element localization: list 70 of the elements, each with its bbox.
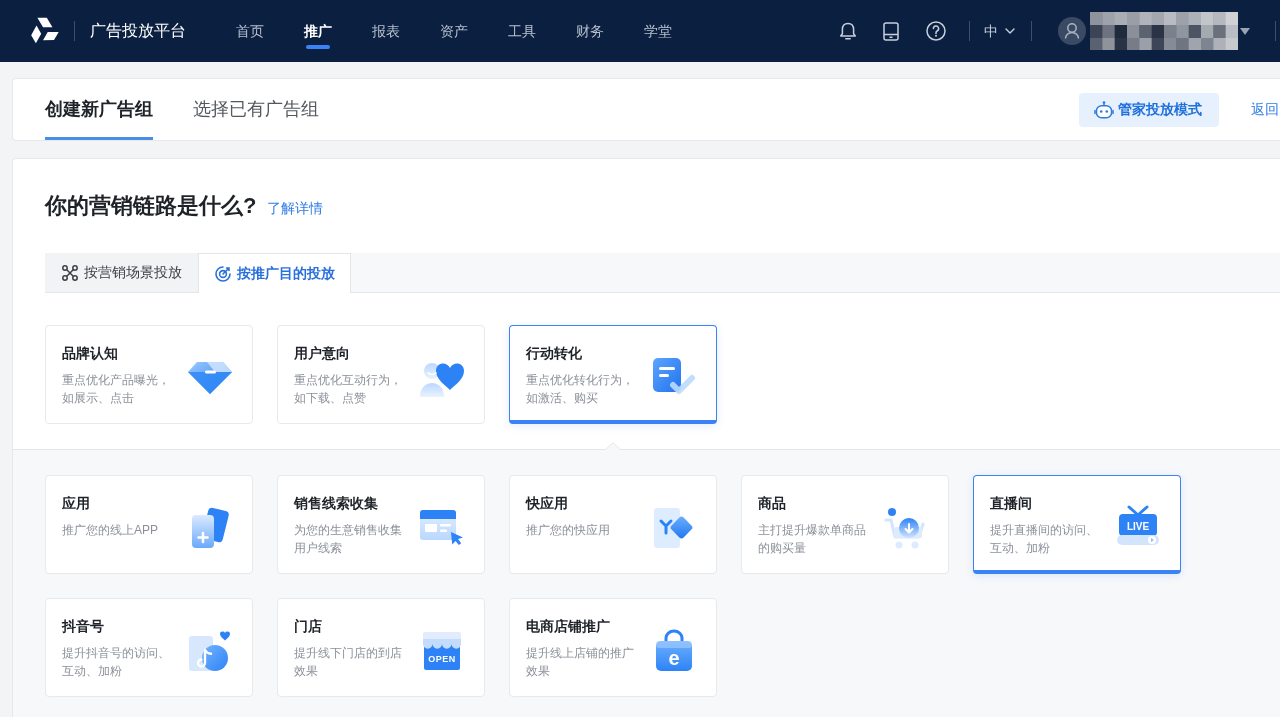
robot-icon xyxy=(1094,100,1114,119)
help-icon[interactable] xyxy=(926,21,946,41)
goal-option[interactable]: 直播间 提升直播间的访问、互动、加粉 LIVE xyxy=(973,475,1181,574)
option-title: 电商店铺推广 xyxy=(526,617,611,636)
option-title: 直播间 xyxy=(990,494,1033,513)
goal-option[interactable]: 商品 主打提升爆款单商品的购买量 xyxy=(741,475,949,574)
option-description: 主打提升爆款单商品的购买量 xyxy=(758,522,867,557)
nodes-icon xyxy=(62,264,78,281)
option-description: 为您的生意销售收集用户线索 xyxy=(294,522,403,557)
goal-option[interactable]: 电商店铺推广 提升线上店铺的推广效果 e xyxy=(509,598,717,697)
option-description: 提升线下门店的到店效果 xyxy=(294,645,403,680)
storefront-icon xyxy=(423,631,461,670)
mode-tab[interactable]: 按推广目的投放 xyxy=(198,253,351,293)
option-title: 应用 xyxy=(62,494,91,513)
nav-tab[interactable]: 报表 xyxy=(372,0,400,62)
shopping-bag-icon xyxy=(656,629,692,671)
notification-bell-icon[interactable] xyxy=(839,21,857,41)
option-description: 推广您的线上APP xyxy=(62,522,159,539)
nav-tab[interactable]: 推广 xyxy=(304,0,332,62)
language-dropdown[interactable]: 中 xyxy=(984,20,1015,42)
sign-label: OPEN xyxy=(428,653,456,664)
group-tab[interactable]: 选择已有广告组 xyxy=(193,79,319,140)
form-cursor-icon xyxy=(419,508,465,547)
butler-mode-button[interactable]: 管家投放模式 xyxy=(1079,92,1219,127)
tv-icon xyxy=(1117,505,1159,545)
option-description: 重点优化产品曝光，如展示、点击 xyxy=(62,372,171,407)
goal-option[interactable]: 快应用 推广您的快应用 xyxy=(509,475,717,574)
nav-tab[interactable]: 工具 xyxy=(508,0,536,62)
objective-option[interactable]: 用户意向 重点优化互动行为，如下载、点赞 xyxy=(277,325,485,424)
option-title: 品牌认知 xyxy=(62,344,119,363)
screen-label: LIVE xyxy=(1126,520,1150,532)
app-title: 广告投放平台 xyxy=(90,21,186,41)
back-link[interactable]: 返回 xyxy=(1251,99,1279,120)
target-icon xyxy=(215,265,231,282)
music-note-icon xyxy=(188,629,232,672)
nav-tab[interactable]: 财务 xyxy=(576,0,604,62)
tile-icon xyxy=(653,506,695,549)
option-description: 重点优化转化行为，如激活、购买 xyxy=(526,372,635,407)
nav-tab[interactable]: 学堂 xyxy=(644,0,672,62)
mode-tab[interactable]: 按营销场景投放 xyxy=(45,253,198,292)
option-description: 重点优化互动行为，如下载、点赞 xyxy=(294,372,403,407)
goal-option[interactable]: 应用 推广您的线上APP xyxy=(45,475,253,574)
option-title: 抖音号 xyxy=(62,617,105,636)
learn-more-link[interactable]: 了解详情 xyxy=(267,198,324,219)
objective-option[interactable]: 行动转化 重点优化转化行为，如激活、购买 xyxy=(509,325,717,424)
option-title: 用户意向 xyxy=(294,344,351,363)
caret-icon[interactable] xyxy=(1240,27,1250,35)
avatar-icon[interactable] xyxy=(1058,17,1086,45)
option-title: 销售线索收集 xyxy=(294,494,379,513)
goal-option[interactable]: 门店 提升线下门店的到店效果 OPEN xyxy=(277,598,485,697)
group-tab[interactable]: 创建新广告组 xyxy=(45,79,153,140)
document-check-icon xyxy=(652,357,696,395)
option-title: 商品 xyxy=(758,494,787,513)
bag-label: e xyxy=(668,646,680,669)
option-title: 快应用 xyxy=(526,494,569,513)
option-description: 提升抖音号的访问、互动、加粉 xyxy=(62,645,171,680)
chevron-icon xyxy=(1005,28,1015,34)
option-description: 推广您的快应用 xyxy=(526,522,611,539)
option-description: 提升线上店铺的推广效果 xyxy=(526,645,635,680)
diamond-icon xyxy=(187,360,233,395)
tablet-icon[interactable] xyxy=(883,21,899,41)
nav-tab[interactable]: 资产 xyxy=(440,0,468,62)
option-description: 提升直播间的访问、互动、加粉 xyxy=(990,522,1099,557)
section-heading: 你的营销链路是什么? xyxy=(45,192,257,220)
goal-option[interactable]: 抖音号 提升抖音号的访问、互动、加粉 xyxy=(45,598,253,697)
option-title: 行动转化 xyxy=(526,344,583,363)
option-title: 门店 xyxy=(294,617,323,636)
objective-option[interactable]: 品牌认知 重点优化产品曝光，如展示、点击 xyxy=(45,325,253,424)
nav-tab[interactable]: 首页 xyxy=(236,0,264,62)
goal-option[interactable]: 销售线索收集 为您的生意销售收集用户线索 xyxy=(277,475,485,574)
